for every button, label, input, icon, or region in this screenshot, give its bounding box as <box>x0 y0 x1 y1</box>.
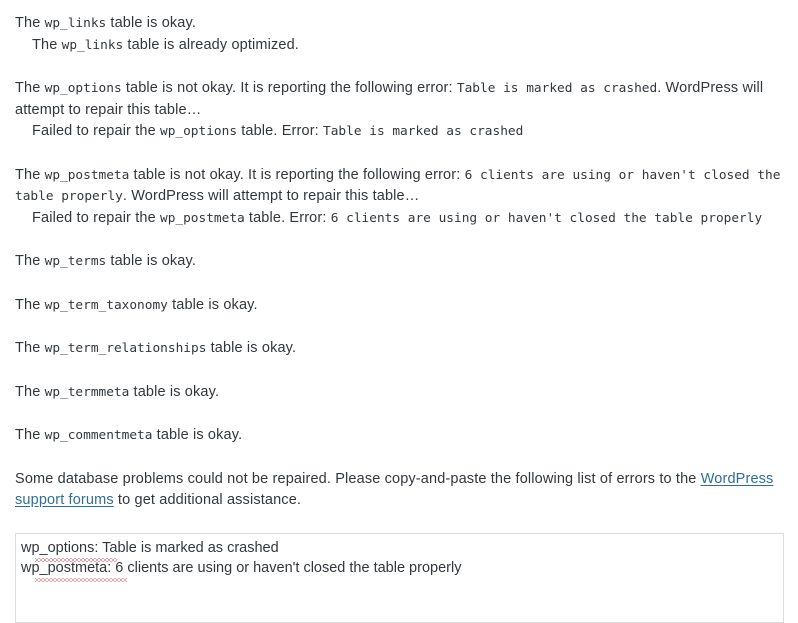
result-line-wp-term-taxonomy-status: The wp_term_taxonomy table is okay. <box>15 295 783 317</box>
result-text: table is okay. <box>206 340 297 356</box>
result-line-wp-commentmeta-status: The wp_commentmeta table is okay. <box>15 425 783 447</box>
table-name-code: wp_term_relationships <box>44 341 207 356</box>
result-line-wp-term-relationships-status: The wp_term_relationships table is okay. <box>15 338 783 360</box>
result-text: The <box>15 427 45 443</box>
result-text: table is okay. <box>129 383 220 400</box>
result-text: Failed to repair the <box>32 123 160 139</box>
result-line-wp-links-optimized: The wp_links table is already optimized. <box>15 35 783 57</box>
table-name-code: wp_options <box>159 124 238 139</box>
result-text: table. Error: <box>237 123 324 139</box>
result-text: The <box>15 340 45 356</box>
table-name-code: wp_links <box>61 37 124 53</box>
result-text: table. Error: <box>244 209 331 226</box>
result-line-wp-terms-status: The wp_terms table is okay. <box>15 251 783 273</box>
table-name-code: wp_options <box>44 81 122 96</box>
table-name-code: wp_postmeta <box>159 210 245 226</box>
result-line-wp-options-repair-failed: Failed to repair the wp_options table. E… <box>15 121 783 143</box>
table-name-code: wp_postmeta <box>44 167 130 183</box>
table-name-code: wp_termmeta <box>44 384 130 400</box>
result-text: table is okay. <box>167 296 258 313</box>
result-text: table is not okay. It is reporting the f… <box>121 80 457 96</box>
result-text: The <box>15 15 45 31</box>
error-message-code: Table is marked as crashed <box>323 124 524 139</box>
table-name-code: wp_commentmeta <box>44 428 153 443</box>
result-text: table is not okay. It is reporting the f… <box>129 166 465 183</box>
result-text: The <box>15 166 45 183</box>
table-name-code: wp_term_taxonomy <box>44 297 168 313</box>
error-message-code: Table is marked as crashed <box>456 81 658 96</box>
result-text: The <box>15 253 45 269</box>
errors-textarea-wrapper <box>15 532 784 623</box>
summary-paragraph: Some database problems could not be repa… <box>15 469 783 512</box>
result-line-wp-postmeta-status: The wp_postmeta table is not okay. It is… <box>15 165 783 208</box>
error-message-code: 6 clients are using or haven't closed th… <box>330 210 763 226</box>
result-text: The <box>15 296 45 313</box>
result-text: The <box>32 36 62 53</box>
result-text: . WordPress will attempt to repair this … <box>122 188 420 204</box>
result-text: The <box>15 383 45 400</box>
result-line-wp-termmeta-status: The wp_termmeta table is okay. <box>15 382 783 404</box>
table-name-code: wp_links <box>44 16 107 31</box>
summary-lead-text: Some database problems could not be repa… <box>15 470 701 487</box>
result-line-wp-postmeta-repair-failed: Failed to repair the wp_postmeta table. … <box>15 208 783 230</box>
result-text: table is okay. <box>152 427 243 443</box>
result-line-wp-links-status: The wp_links table is okay. <box>15 13 783 35</box>
result-line-wp-options-status: The wp_options table is not okay. It is … <box>15 78 783 121</box>
errors-list-textarea[interactable] <box>15 532 784 623</box>
database-repair-results: The wp_links table is okay. The wp_links… <box>0 0 798 623</box>
result-text: The <box>15 80 45 96</box>
result-text: table is already optimized. <box>123 36 299 53</box>
result-text: table is okay. <box>106 253 197 269</box>
table-name-code: wp_terms <box>44 254 107 269</box>
result-text: table is okay. <box>106 15 197 31</box>
summary-trail-text: to get additional assistance. <box>113 492 302 508</box>
result-text: Failed to repair the <box>32 209 160 226</box>
